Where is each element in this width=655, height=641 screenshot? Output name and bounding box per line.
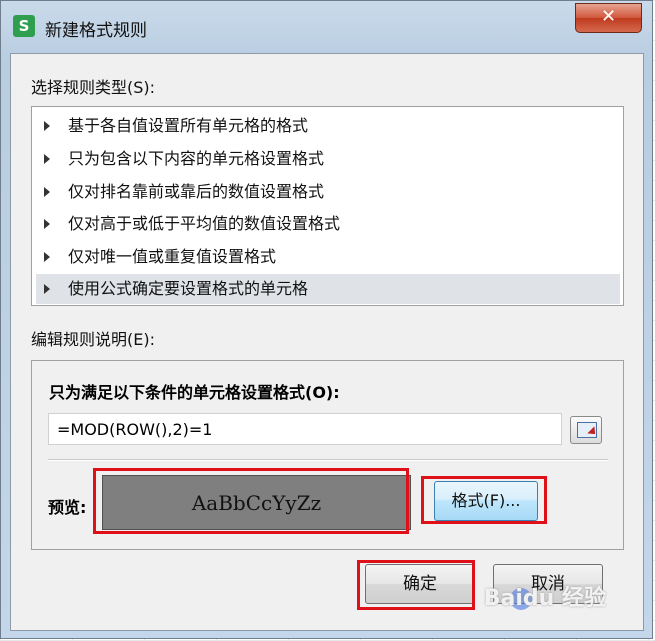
rule-type-item-label: 使用公式确定要设置格式的单元格 [68,279,309,298]
rule-type-item[interactable]: 基于各自值设置所有单元格的格式 [36,111,620,141]
watermark: Baidu 经验 [483,586,606,611]
rule-type-item[interactable]: 只为包含以下内容的单元格设置格式 [36,144,620,174]
triangle-right-icon [44,154,50,164]
rule-type-item-label: 仅对高于或低于平均值的数值设置格式 [68,214,341,233]
new-format-rule-dialog: S 新建格式规则 ✕ 选择规则类型(S): 基于各自值设置所有单元格的格式 只为… [0,0,653,639]
edit-description-label: 编辑规则说明(E): [31,330,155,349]
rule-type-item[interactable]: 仅对唯一值或重复值设置格式 [36,242,620,272]
rule-type-item-label: 只为包含以下内容的单元格设置格式 [68,149,325,168]
rule-type-item[interactable]: 仅对排名靠前或靠后的数值设置格式 [36,177,620,207]
rule-type-item-label: 仅对排名靠前或靠后的数值设置格式 [68,182,325,201]
triangle-right-icon [44,121,50,131]
triangle-right-icon [44,219,50,229]
formula-input[interactable]: =MOD(ROW(),2)=1 [48,413,562,445]
rule-type-list[interactable]: 基于各自值设置所有单元格的格式 只为包含以下内容的单元格设置格式 仅对排名靠前或… [31,106,624,306]
format-button[interactable]: 格式(F)... [434,481,538,521]
rule-type-item[interactable]: 仅对高于或低于平均值的数值设置格式 [36,209,620,239]
triangle-right-icon [44,252,50,262]
dialog-title: 新建格式规则 [45,21,147,41]
title-bar[interactable]: S 新建格式规则 ✕ [1,1,652,53]
rule-type-item-label: 基于各自值设置所有单元格的格式 [68,116,309,135]
rule-description-panel: 只为满足以下条件的单元格设置格式(O): =MOD(ROW(),2)=1 预览:… [31,360,624,550]
range-select-button[interactable] [570,416,602,444]
rule-type-item-label: 仅对唯一值或重复值设置格式 [68,247,277,266]
divider [48,459,608,461]
triangle-right-icon [44,187,50,197]
condition-label: 只为满足以下条件的单元格设置格式(O): [49,383,340,402]
rule-type-label: 选择规则类型(S): [31,78,156,97]
rule-type-item-selected[interactable]: 使用公式确定要设置格式的单元格 [36,274,620,304]
wps-app-icon: S [13,15,35,37]
triangle-right-icon [44,284,50,294]
dialog-body: 选择规则类型(S): 基于各自值设置所有单元格的格式 只为包含以下内容的单元格设… [10,53,644,631]
ok-button[interactable]: 确定 [365,564,475,604]
preview-label: 预览: [48,498,87,517]
format-preview: AaBbCcYyZz [102,475,411,530]
close-button[interactable]: ✕ [575,3,642,33]
